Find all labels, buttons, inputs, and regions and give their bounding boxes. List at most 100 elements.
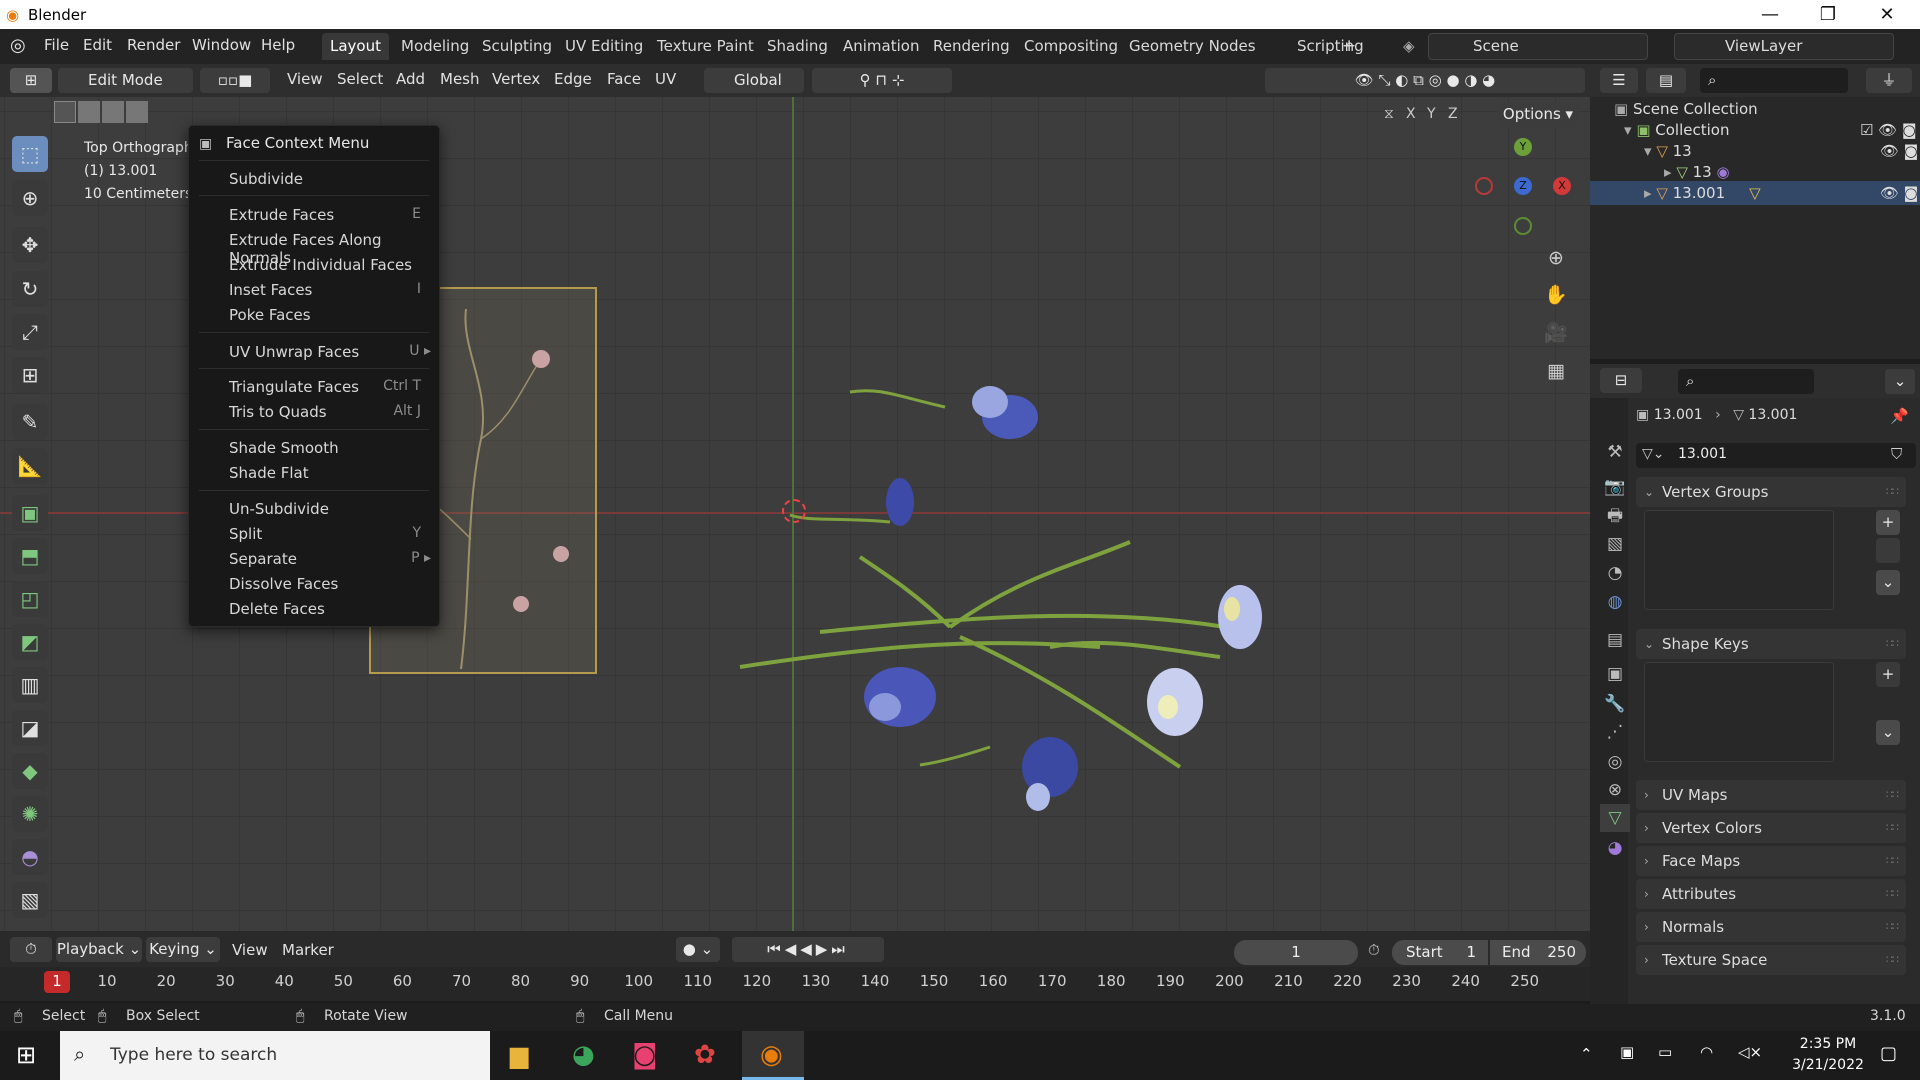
- menu-item-tris-to-quads[interactable]: Tris to Quads: [229, 403, 327, 421]
- auto-keying-toggle[interactable]: ● ⌄: [676, 937, 720, 962]
- keying-menu[interactable]: Keying ⌄: [146, 937, 220, 962]
- paint-icon[interactable]: ✿: [694, 1040, 716, 1070]
- loop-cut-tool-icon[interactable]: ▥: [12, 667, 48, 703]
- fake-user-icon[interactable]: ⛉: [1891, 445, 1902, 463]
- add-cube-tool-icon[interactable]: ▣: [12, 495, 48, 531]
- annotate-tool-icon[interactable]: ✎: [12, 404, 48, 440]
- extrude-tool-icon[interactable]: ⬒: [12, 538, 48, 574]
- windows-start-icon[interactable]: ⊞: [16, 1041, 36, 1069]
- smooth-tool-icon[interactable]: ◓: [12, 839, 48, 875]
- vertex-groups-list[interactable]: [1644, 510, 1834, 610]
- file-explorer-icon[interactable]: ▆: [510, 1041, 528, 1069]
- menu-item-uv-unwrap[interactable]: UV Unwrap Faces: [229, 343, 359, 361]
- move-tool-icon[interactable]: ✥: [12, 227, 48, 263]
- menu-help[interactable]: Help: [261, 36, 295, 54]
- editor-type-button[interactable]: ⊞: [10, 68, 52, 93]
- properties-options[interactable]: ⌄: [1885, 369, 1915, 394]
- menu-face[interactable]: Face: [607, 70, 641, 88]
- mirror-x[interactable]: X: [1406, 106, 1416, 122]
- tab-compositing[interactable]: Compositing: [1016, 33, 1126, 60]
- visibility-icon[interactable]: 👁 ◙: [1880, 181, 1918, 205]
- timeline-marker-menu[interactable]: Marker: [282, 941, 334, 959]
- minimize-button[interactable]: —: [1747, 2, 1793, 27]
- outliner-row-13-001[interactable]: ▸ ▽ 13.001 ▽ 👁 ◙: [1590, 181, 1920, 205]
- properties-search[interactable]: ⌕: [1678, 369, 1814, 394]
- timeline-editor-type[interactable]: ⏱: [10, 937, 52, 962]
- menu-item-extrude-faces[interactable]: Extrude Faces: [229, 206, 334, 224]
- shape-keys-list[interactable]: [1644, 662, 1834, 762]
- meet-now-icon[interactable]: ▣: [1620, 1043, 1634, 1061]
- restore-button[interactable]: ❐: [1805, 2, 1851, 27]
- playback-menu[interactable]: Playback ⌄: [56, 937, 142, 962]
- menu-item-un-subdivide[interactable]: Un-Subdivide: [229, 500, 329, 518]
- tab-animation[interactable]: Animation: [835, 33, 927, 60]
- panel-shape-keys[interactable]: ⌄ Shape Keys ∷∷: [1636, 629, 1906, 659]
- gizmo-y[interactable]: Y: [1514, 138, 1532, 156]
- tab-layout[interactable]: Layout: [322, 33, 389, 60]
- end-frame-field[interactable]: End 250: [1490, 940, 1586, 965]
- taskbar-search-box[interactable]: ⌕ Type here to search: [60, 1031, 490, 1080]
- tray-chevron-icon[interactable]: ⌃: [1580, 1045, 1593, 1063]
- mirror-z[interactable]: Z: [1448, 106, 1458, 122]
- shape-key-specials-button[interactable]: ⌄: [1876, 720, 1900, 745]
- mode-dropdown[interactable]: Edit Mode: [58, 68, 193, 93]
- tab-texture-paint[interactable]: Texture Paint: [649, 33, 762, 60]
- pan-hand-icon[interactable]: ✋: [1541, 280, 1571, 310]
- output-tab-icon[interactable]: 🖶: [1600, 502, 1630, 530]
- blender-menu-icon[interactable]: ◎: [10, 35, 26, 56]
- menu-item-dissolve-faces[interactable]: Dissolve Faces: [229, 575, 338, 593]
- rotate-tool-icon[interactable]: ↻: [12, 271, 48, 307]
- add-vertex-group-button[interactable]: +: [1876, 510, 1900, 535]
- panel-face-maps[interactable]: › Face Maps ∷∷: [1636, 846, 1906, 876]
- outliner-search[interactable]: ⌕: [1700, 68, 1848, 93]
- poly-build-tool-icon[interactable]: ◆: [12, 753, 48, 789]
- start-frame-field[interactable]: Start 1: [1392, 940, 1488, 965]
- transform-tool-icon[interactable]: ⊞: [12, 357, 48, 393]
- clock-date[interactable]: 3/21/2022: [1790, 1057, 1866, 1073]
- menu-edit[interactable]: Edit: [83, 36, 112, 54]
- cursor-tool-icon[interactable]: ⊕: [12, 180, 48, 216]
- outliner-editor-type[interactable]: ☰: [1600, 68, 1638, 93]
- constraints-tab-icon[interactable]: ⊗: [1600, 776, 1630, 804]
- world-tab-icon[interactable]: ◍: [1600, 588, 1630, 616]
- tab-sculpting[interactable]: Sculpting: [474, 33, 560, 60]
- mesh-browse-icon[interactable]: ▽⌄: [1642, 446, 1665, 462]
- zoom-icon[interactable]: ⊕: [1541, 243, 1571, 273]
- panel-texture-space[interactable]: › Texture Space ∷∷: [1636, 945, 1906, 975]
- gizmo-neg-y[interactable]: [1514, 217, 1532, 235]
- battery-icon[interactable]: ▭: [1658, 1043, 1672, 1061]
- notifications-icon[interactable]: ▢: [1880, 1043, 1897, 1064]
- visibility-icon[interactable]: 👁 ◙: [1880, 139, 1918, 163]
- scale-tool-icon[interactable]: ⤢: [12, 314, 48, 350]
- menu-edge[interactable]: Edge: [554, 70, 592, 88]
- bevel-tool-icon[interactable]: ◩: [12, 624, 48, 660]
- knife-tool-icon[interactable]: ◪: [12, 710, 48, 746]
- object-tab-icon[interactable]: ▣: [1600, 660, 1630, 688]
- inset-tool-icon[interactable]: ◰: [12, 581, 48, 617]
- filter-dropdown[interactable]: ⏚: [1866, 68, 1912, 93]
- display-mode-dropdown[interactable]: ▤: [1646, 68, 1686, 93]
- menu-item-shade-flat[interactable]: Shade Flat: [229, 464, 309, 482]
- view-layer-selector[interactable]: ViewLayer: [1674, 33, 1894, 60]
- vertex-group-specials-button[interactable]: ⌄: [1876, 570, 1900, 595]
- wifi-icon[interactable]: ◠: [1700, 1043, 1713, 1061]
- mesh-name-field[interactable]: 13.001: [1678, 446, 1878, 466]
- modifier-tab-icon[interactable]: 🔧: [1600, 690, 1630, 718]
- scene-selector[interactable]: ◈ Scene: [1403, 33, 1648, 60]
- menu-select[interactable]: Select: [337, 70, 383, 88]
- camera-view-icon[interactable]: 🎥: [1541, 318, 1571, 348]
- viewport-shading-controls[interactable]: 👁 ⤡ ◐ ⧉ ◎ ● ◑ ◕: [1265, 68, 1585, 93]
- tab-shading[interactable]: Shading: [759, 33, 836, 60]
- remove-vertex-group-button[interactable]: [1876, 538, 1900, 563]
- current-frame-field[interactable]: 1: [1234, 940, 1358, 965]
- volume-icon[interactable]: ◁×: [1738, 1043, 1762, 1061]
- menu-item-poke-faces[interactable]: Poke Faces: [229, 306, 311, 324]
- add-shape-key-button[interactable]: +: [1876, 662, 1900, 687]
- mesh-data-tab-icon[interactable]: ▽: [1600, 804, 1630, 832]
- menu-item-inset-faces[interactable]: Inset Faces: [229, 281, 312, 299]
- preview-range-icon[interactable]: ⏱: [1368, 941, 1380, 959]
- menu-item-delete-faces[interactable]: Delete Faces: [229, 600, 325, 618]
- tab-geometry-nodes[interactable]: Geometry Nodes: [1121, 33, 1264, 60]
- ortho-grid-icon[interactable]: ▦: [1541, 356, 1571, 386]
- select-mode-toggles[interactable]: ▫▫■: [200, 68, 270, 93]
